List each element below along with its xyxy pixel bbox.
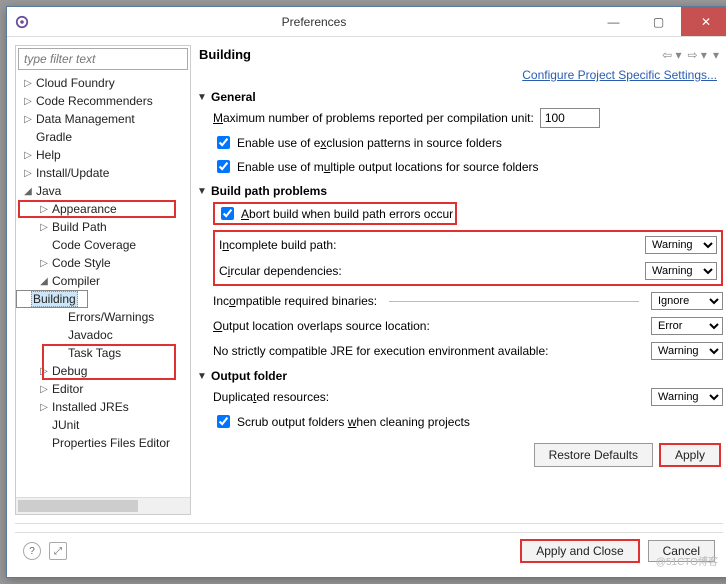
tree-item-gradle[interactable]: Gradle: [16, 128, 190, 146]
content-pane: Building ⇦ ▾ ⇨ ▾ ▾ Configure Project Spe…: [197, 45, 723, 515]
tree-item-label: Appearance: [50, 202, 119, 216]
filter-input[interactable]: [18, 48, 188, 70]
incomplete-build-select[interactable]: Warning: [645, 236, 717, 254]
close-button[interactable]: ✕: [681, 7, 726, 36]
circular-deps-select[interactable]: Warning: [645, 262, 717, 280]
tree-item-label: Building: [31, 291, 78, 307]
tree-item-appearance[interactable]: ▷Appearance: [16, 200, 190, 218]
tree-item-label: Javadoc: [66, 328, 115, 342]
horizontal-scrollbar[interactable]: [16, 497, 190, 514]
tree-item-junit[interactable]: JUnit: [16, 416, 190, 434]
tree-item-task-tags[interactable]: Task Tags: [16, 344, 190, 362]
tree-item-compiler[interactable]: ◢Compiler: [16, 272, 190, 290]
circular-deps-label: Circular dependencies:: [219, 264, 342, 278]
tree-item-label: Task Tags: [66, 346, 123, 360]
forward-icon[interactable]: ⇨ ▾: [688, 48, 707, 62]
tree-item-java[interactable]: ◢Java: [16, 182, 190, 200]
section-title: Output folder: [211, 369, 287, 383]
back-icon[interactable]: ⇦ ▾: [662, 48, 681, 62]
section-title: General: [211, 90, 256, 104]
max-problems-input[interactable]: [540, 108, 600, 128]
tree-item-help[interactable]: ▷Help: [16, 146, 190, 164]
abort-build-checkbox[interactable]: Abort build when build path errors occur: [213, 202, 457, 225]
tree-item-label: Errors/Warnings: [66, 310, 156, 324]
tree-item-label: Build Path: [50, 220, 109, 234]
tree-item-label: Gradle: [34, 130, 74, 144]
configure-project-link[interactable]: Configure Project Specific Settings...: [522, 68, 717, 82]
section-output-folder: ▼Output folder Duplicated resources: War…: [197, 369, 723, 431]
help-icon[interactable]: ?: [23, 542, 41, 560]
tree-item-label: Installed JREs: [50, 400, 131, 414]
tree-item-code-coverage[interactable]: Code Coverage: [16, 236, 190, 254]
enable-exclusion-checkbox[interactable]: Enable use of exclusion patterns in sour…: [213, 133, 723, 152]
tree-item-label: Debug: [50, 364, 89, 378]
tree-item-building[interactable]: Building: [16, 290, 88, 308]
tree-item-install-update[interactable]: ▷Install/Update: [16, 164, 190, 182]
titlebar: Preferences — ▢ ✕: [7, 7, 726, 37]
tree-item-label: Java: [34, 184, 63, 198]
preferences-tree[interactable]: ▷Cloud Foundry▷Code Recommenders▷Data Ma…: [16, 72, 190, 497]
duplicated-resources-select[interactable]: Warning: [651, 388, 723, 406]
tree-item-debug[interactable]: ▷Debug: [16, 362, 190, 380]
tree-item-data-management[interactable]: ▷Data Management: [16, 110, 190, 128]
tree-item-editor[interactable]: ▷Editor: [16, 380, 190, 398]
minimize-button[interactable]: —: [591, 7, 636, 36]
enable-multiple-checkbox[interactable]: Enable use of multiple output locations …: [213, 157, 723, 176]
preferences-window: Preferences — ▢ ✕ ▷Cloud Foundry▷Code Re…: [6, 6, 726, 578]
tree-item-javadoc[interactable]: Javadoc: [16, 326, 190, 344]
output-overlap-label: Output location overlaps source location…: [213, 319, 430, 333]
tree-item-label: JUnit: [50, 418, 81, 432]
footer: ? ⤢ Apply and Close Cancel: [15, 532, 723, 569]
tree-item-label: Editor: [50, 382, 85, 396]
section-build-path: ▼Build path problems Abort build when bu…: [197, 184, 723, 361]
tree-item-label: Properties Files Editor: [50, 436, 172, 450]
tree-item-label: Help: [34, 148, 63, 162]
restore-defaults-button[interactable]: Restore Defaults: [534, 443, 653, 467]
tree-item-code-recommenders[interactable]: ▷Code Recommenders: [16, 92, 190, 110]
section-general: ▼General MMaximum number of problems rep…: [197, 90, 723, 176]
menu-icon[interactable]: ▾: [713, 48, 719, 62]
tree-item-code-style[interactable]: ▷Code Style: [16, 254, 190, 272]
window-title: Preferences: [37, 15, 591, 29]
incompat-binaries-select[interactable]: Ignore: [651, 292, 723, 310]
tree-item-cloud-foundry[interactable]: ▷Cloud Foundry: [16, 74, 190, 92]
tree-item-errors-warnings[interactable]: Errors/Warnings: [16, 308, 190, 326]
tree-item-label: Install/Update: [34, 166, 111, 180]
maximize-button[interactable]: ▢: [636, 7, 681, 36]
tree-item-label: Data Management: [34, 112, 137, 126]
incomplete-build-label: Incomplete build path:: [219, 238, 336, 252]
tree-item-label: Cloud Foundry: [34, 76, 117, 90]
highlight-box-paths: Incomplete build path: Warning Circular …: [213, 230, 723, 286]
tree-item-label: Code Style: [50, 256, 113, 270]
sidebar: ▷Cloud Foundry▷Code Recommenders▷Data Ma…: [15, 45, 191, 515]
nav-arrows: ⇦ ▾ ⇨ ▾ ▾: [662, 48, 719, 62]
tree-item-label: Code Recommenders: [34, 94, 155, 108]
output-overlap-select[interactable]: Error: [651, 317, 723, 335]
section-title: Build path problems: [211, 184, 327, 198]
apply-and-close-button[interactable]: Apply and Close: [520, 539, 639, 563]
import-export-icon[interactable]: ⤢: [49, 542, 67, 560]
cancel-button[interactable]: Cancel: [648, 540, 715, 562]
no-jre-select[interactable]: Warning: [651, 342, 723, 360]
window-controls: — ▢ ✕: [591, 7, 726, 36]
incompat-binaries-label: Incompatible required binaries:: [213, 294, 377, 308]
scrub-output-checkbox[interactable]: Scrub output folders when cleaning proje…: [213, 412, 723, 431]
app-icon: [7, 15, 37, 29]
no-jre-label: No strictly compatible JRE for execution…: [213, 344, 548, 358]
page-title: Building: [199, 47, 662, 62]
tree-item-label: Code Coverage: [50, 238, 138, 252]
tree-item-label: Compiler: [50, 274, 102, 288]
tree-item-properties-files-editor[interactable]: Properties Files Editor: [16, 434, 190, 452]
apply-button[interactable]: Apply: [659, 443, 721, 467]
max-problems-label: MMaximum number of problems reported per…: [213, 111, 534, 125]
duplicated-resources-label: Duplicated resources:: [213, 390, 329, 404]
dialog-body: ▷Cloud Foundry▷Code Recommenders▷Data Ma…: [7, 37, 726, 577]
tree-item-installed-jres[interactable]: ▷Installed JREs: [16, 398, 190, 416]
tree-item-build-path[interactable]: ▷Build Path: [16, 218, 190, 236]
